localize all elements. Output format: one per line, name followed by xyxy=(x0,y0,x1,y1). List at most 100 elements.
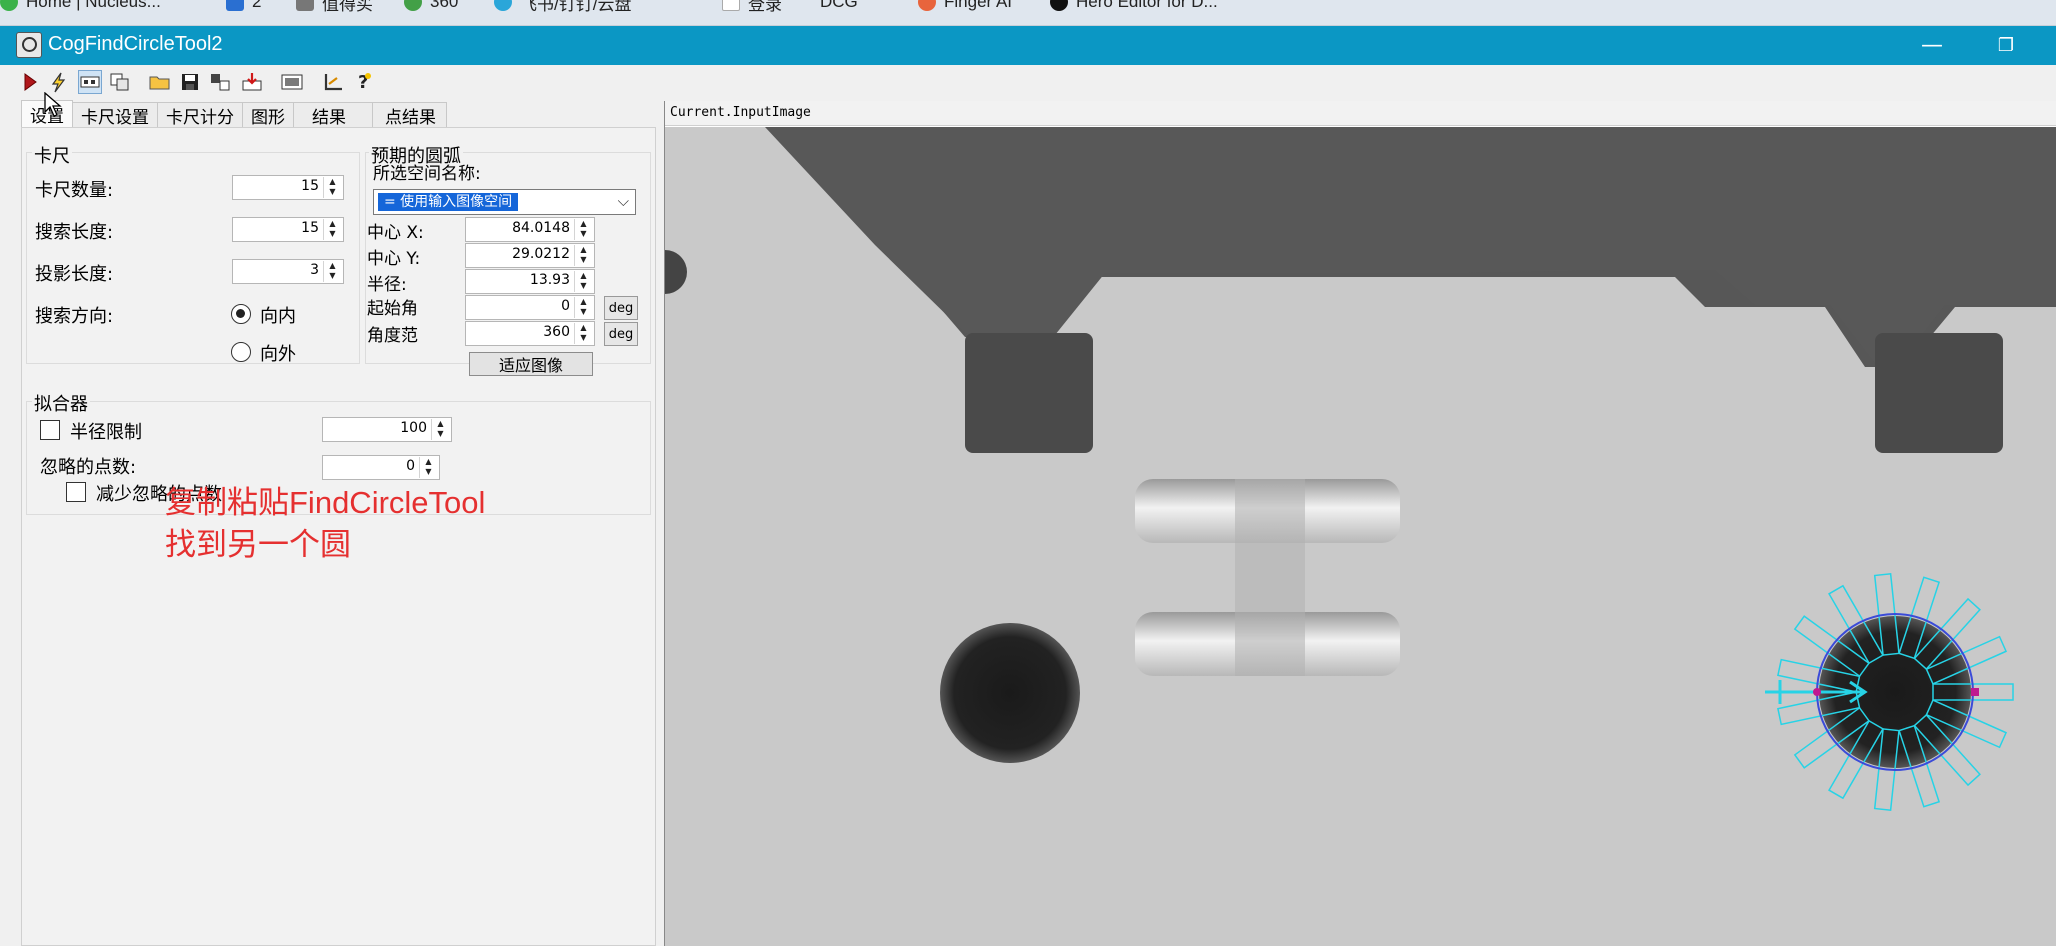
electric-icon[interactable] xyxy=(46,70,70,94)
image-viewer[interactable]: Current.InputImage xyxy=(664,101,2056,946)
spin-arrows[interactable]: ▲ ▼ xyxy=(323,177,341,198)
toolbar: ? xyxy=(0,65,2056,98)
restore-button[interactable]: ❐ xyxy=(1976,26,2036,65)
image-display-icon[interactable] xyxy=(280,70,304,94)
fit-image-button[interactable]: 适应图像 xyxy=(469,352,593,376)
angle-span-value: 360 xyxy=(543,324,570,340)
open-folder-icon[interactable] xyxy=(148,70,172,94)
projection-length-value: 3 xyxy=(310,262,319,278)
projection-length-label: 投影长度: xyxy=(35,264,114,285)
direction-outward-label: 向外 xyxy=(260,344,296,365)
bookmark-item[interactable]: 2 xyxy=(226,0,261,13)
search-length-stepper[interactable]: 15 ▲ ▼ xyxy=(232,217,344,242)
bookmark-item[interactable]: 360 xyxy=(404,0,458,13)
search-direction-label: 搜索方向: xyxy=(35,306,114,327)
angle-span-stepper[interactable]: 360 ▲ ▼ xyxy=(465,321,595,346)
caliper-count-label: 卡尺数量: xyxy=(35,180,114,201)
radius-limit-label: 半径限制 xyxy=(70,422,142,443)
bookmark-item[interactable]: DCG xyxy=(820,0,858,13)
ignore-points-label: 忽略的点数: xyxy=(40,457,137,478)
bookmark-icon xyxy=(226,0,244,11)
ignore-points-stepper[interactable]: 0 ▲ ▼ xyxy=(322,455,440,480)
direction-inward-radio[interactable] xyxy=(231,304,251,324)
angle-span-deg-button[interactable]: deg xyxy=(604,322,638,346)
spin-arrows[interactable]: ▲ ▼ xyxy=(323,219,341,240)
spin-arrows[interactable]: ▲ ▼ xyxy=(323,261,341,282)
help-icon[interactable]: ? xyxy=(352,70,376,94)
projection-length-stepper[interactable]: 3 ▲ ▼ xyxy=(232,259,344,284)
handle-point[interactable] xyxy=(1813,688,1821,696)
annotation-line-2: 找到另一个圆 xyxy=(165,527,351,562)
center-y-label: 中心 Y: xyxy=(367,249,421,269)
bookmark-item[interactable]: 登录 xyxy=(722,0,782,14)
bookmark-item[interactable]: Home | Nucleus... xyxy=(0,0,161,13)
ignore-points-value: 0 xyxy=(406,458,415,474)
window-title: CogFindCircleTool2 xyxy=(48,33,223,55)
tab-strip: 设置 卡尺设置 卡尺计分 图形 结果 点结果 xyxy=(21,100,447,128)
fitter-group-title: 拟合器 xyxy=(32,390,90,416)
measure-icon[interactable] xyxy=(322,70,346,94)
tab-graphics[interactable]: 图形 xyxy=(242,102,294,128)
settings-icon[interactable] xyxy=(208,70,232,94)
bookmark-icon xyxy=(918,0,936,11)
spin-arrows[interactable]: ▲ ▼ xyxy=(574,297,592,318)
bookmark-item[interactable]: Finger AI xyxy=(918,0,1012,13)
search-length-value: 15 xyxy=(301,220,319,236)
spin-arrows[interactable]: ▲ ▼ xyxy=(574,245,592,266)
direction-outward-radio[interactable] xyxy=(231,342,251,362)
annotation-text: 复制粘贴FindCircleTool 找到另一个圆 xyxy=(165,482,485,566)
center-y-stepper[interactable]: 29.0212 ▲ ▼ xyxy=(465,243,595,268)
direction-inward-label: 向内 xyxy=(260,306,296,327)
import-icon[interactable] xyxy=(240,70,264,94)
spin-arrows[interactable]: ▲ ▼ xyxy=(574,271,592,292)
bookmark-item[interactable]: 值得买 xyxy=(296,0,373,14)
run-icon[interactable] xyxy=(18,70,42,94)
minimize-button[interactable]: — xyxy=(1902,26,1962,65)
space-name-dropdown[interactable]: = 使用输入图像空间 ⌵ xyxy=(373,189,636,215)
caliper-display-icon[interactable] xyxy=(78,70,102,94)
radius-stepper[interactable]: 13.93 ▲ ▼ xyxy=(465,269,595,294)
bookmark-item[interactable]: 飞书/钉钉/云盘 xyxy=(494,0,631,14)
handle-square[interactable] xyxy=(1971,688,1979,696)
copy-icon[interactable] xyxy=(108,70,132,94)
center-x-value: 84.0148 xyxy=(512,220,570,236)
space-name-value: = 使用输入图像空间 xyxy=(378,193,519,211)
app-icon xyxy=(16,32,42,58)
spin-arrows[interactable]: ▲ ▼ xyxy=(419,457,437,478)
spin-arrows[interactable]: ▲ ▼ xyxy=(574,219,592,240)
search-length-label: 搜索长度: xyxy=(35,222,114,243)
radius-limit-value: 100 xyxy=(400,420,427,436)
start-angle-deg-button[interactable]: deg xyxy=(604,296,638,320)
radius-limit-stepper[interactable]: 100 ▲ ▼ xyxy=(322,417,452,442)
bookmark-item[interactable]: Hero Editor for D... xyxy=(1050,0,1218,13)
browser-bookmark-bar: Home | Nucleus... 2 值得买 360 飞书/钉钉/云盘 登录 … xyxy=(0,0,2056,26)
bookmark-icon xyxy=(1050,0,1068,11)
radius-label: 半径: xyxy=(367,275,407,295)
radius-value: 13.93 xyxy=(529,272,570,288)
space-name-label: 所选空间名称: xyxy=(373,164,481,184)
tab-results[interactable]: 结果 xyxy=(293,102,373,128)
spin-arrows[interactable]: ▲ ▼ xyxy=(431,419,449,440)
start-angle-stepper[interactable]: 0 ▲ ▼ xyxy=(465,295,595,320)
angle-span-label: 角度范 xyxy=(367,326,418,346)
bookmark-icon xyxy=(404,0,422,11)
caliper-count-stepper[interactable]: 15 ▲ ▼ xyxy=(232,175,344,200)
tab-caliper-scoring[interactable]: 卡尺计分 xyxy=(157,102,243,128)
center-x-stepper[interactable]: 84.0148 ▲ ▼ xyxy=(465,217,595,242)
viewer-header: Current.InputImage xyxy=(665,101,2056,126)
input-image[interactable] xyxy=(665,127,2056,946)
center-y-value: 29.0212 xyxy=(512,246,570,262)
window-title-bar: CogFindCircleTool2 — ❐ xyxy=(0,26,2056,65)
tab-caliper-settings[interactable]: 卡尺设置 xyxy=(72,102,158,128)
bookmark-icon xyxy=(296,0,314,11)
save-icon[interactable] xyxy=(178,70,202,94)
caliper-count-value: 15 xyxy=(301,178,319,194)
bookmark-icon xyxy=(722,0,740,11)
spin-arrows[interactable]: ▲ ▼ xyxy=(574,323,592,344)
chevron-down-icon: ⌵ xyxy=(617,192,629,210)
radius-limit-checkbox[interactable] xyxy=(40,420,60,440)
tab-point-results[interactable]: 点结果 xyxy=(372,102,447,128)
reduce-ignore-checkbox[interactable] xyxy=(66,482,86,502)
annotation-line-1: 复制粘贴FindCircleTool xyxy=(165,485,486,520)
bookmark-icon xyxy=(0,0,18,11)
